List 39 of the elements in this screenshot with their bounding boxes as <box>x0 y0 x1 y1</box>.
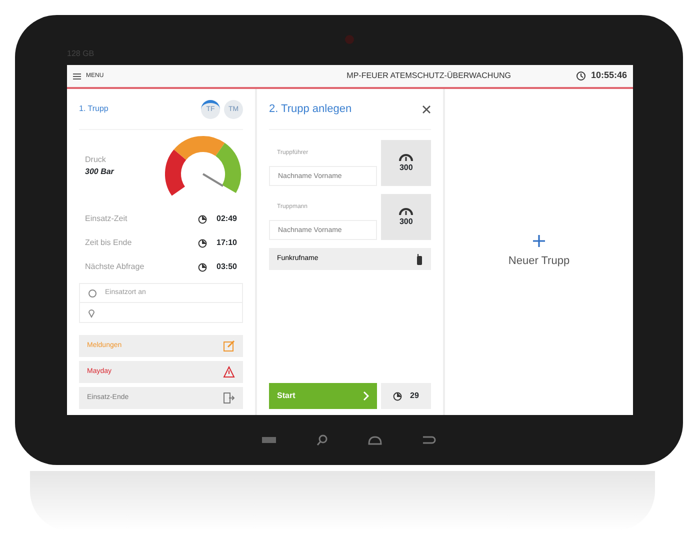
timer-icon <box>198 214 207 224</box>
back-icon[interactable] <box>422 436 436 444</box>
pressure-button[interactable]: 300 <box>381 140 431 186</box>
timer-label: Einsatz-Zeit <box>85 213 128 225</box>
address-field[interactable] <box>79 303 243 323</box>
search-icon[interactable] <box>316 434 328 446</box>
radio-icon <box>416 254 423 264</box>
timer-value: 02:49 <box>216 213 237 225</box>
timer-icon <box>198 262 207 272</box>
camera-icon <box>345 35 354 44</box>
panel-title: 2. Trupp anlegen <box>269 102 353 117</box>
end-icon <box>223 392 235 404</box>
location-icon <box>88 288 97 298</box>
timer-label: Nächste Abfrage <box>85 261 146 273</box>
pressure-button[interactable]: 300 <box>381 194 431 240</box>
plus-icon[interactable] <box>533 234 545 247</box>
timer-display: 29 <box>381 383 431 409</box>
messages-icon <box>223 340 235 352</box>
home-icon[interactable] <box>368 436 382 444</box>
timer-icon <box>198 238 207 248</box>
timer-value: 17:10 <box>216 237 237 249</box>
app-title: MP-FEUER ATEMSCHUTZ-ÜBERWACHUNG <box>346 70 512 82</box>
close-icon[interactable] <box>422 104 431 114</box>
new-squad-label[interactable]: Neuer Trupp <box>508 252 570 270</box>
clock-icon <box>576 71 586 81</box>
mayday-icon <box>223 366 235 378</box>
clock-time: 10:55:46 <box>590 69 627 82</box>
pin-icon <box>88 308 95 318</box>
gauge-icon <box>398 206 414 216</box>
panel-title: 1. Trupp <box>79 103 110 115</box>
start-button[interactable]: Start <box>269 383 377 409</box>
menu-icon[interactable] <box>73 72 81 80</box>
chevron-icon <box>363 391 369 401</box>
pressure-value: 300 Bar <box>85 166 114 178</box>
timer-value: 03:50 <box>216 261 237 273</box>
timer-icon <box>393 392 402 400</box>
gauge-icon <box>398 152 414 162</box>
pressure-label: Druck <box>85 154 107 166</box>
timer-label: Zeit bis Ende <box>85 237 133 249</box>
